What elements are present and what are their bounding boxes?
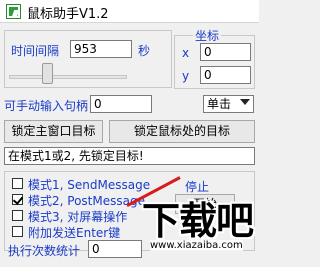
chevron-down-icon: [240, 99, 250, 105]
app-logo-icon: [6, 4, 21, 19]
click-mode-value: 单击: [207, 97, 232, 111]
interval-label: 时间间隔: [11, 44, 60, 58]
enter-key-checkbox[interactable]: [12, 226, 23, 237]
x-coordinate-field[interactable]: 0: [200, 43, 251, 61]
y-coordinate-field[interactable]: 0: [200, 66, 251, 84]
title-divider: [0, 22, 259, 23]
lock-main-window-button[interactable]: 锁定主窗口目标: [4, 120, 103, 143]
y-label: y: [182, 69, 190, 83]
mode1-checkbox[interactable]: [12, 178, 23, 189]
handle-input[interactable]: 0: [90, 95, 152, 113]
mode2-checkbox[interactable]: [12, 194, 23, 205]
exec-count-label: 执行次数统计: [8, 244, 81, 258]
status-message: 在模式1或2, 先锁定目标!: [4, 147, 255, 165]
interval-input[interactable]: 953: [70, 40, 132, 58]
watermark-url: www.xiazaiba.com: [150, 240, 243, 251]
timer-group: [4, 30, 172, 88]
x-label: x: [182, 46, 190, 60]
coords-group-label: 坐标: [193, 27, 222, 44]
click-mode-dropdown[interactable]: 单击: [203, 95, 254, 113]
mode3-label: 模式3, 对屏幕操作: [28, 210, 128, 224]
app-window: 鼠标助手V1.2 时间间隔 953 秒 坐标 x 0 y 0 可手动输入句柄 0…: [0, 0, 259, 267]
exec-count-field: 0: [88, 240, 142, 258]
interval-slider-track[interactable]: [9, 75, 127, 79]
watermark-logo: 下载吧: [142, 199, 254, 243]
enter-key-label: 附加发送Enter键: [28, 226, 121, 240]
watermark: 下载吧 www.xiazaiba.com: [142, 190, 259, 267]
interval-slider-thumb[interactable]: [42, 63, 54, 84]
title-bar[interactable]: 鼠标助手V1.2: [0, 0, 259, 22]
mode1-label: 模式1, SendMessage: [28, 178, 151, 192]
lock-mouse-target-button[interactable]: 锁定鼠标处的目标: [109, 120, 255, 143]
handle-label: 可手动输入句柄: [4, 99, 89, 113]
window-title: 鼠标助手V1.2: [27, 7, 109, 22]
interval-unit-label: 秒: [138, 44, 151, 58]
mode3-checkbox[interactable]: [12, 210, 23, 221]
